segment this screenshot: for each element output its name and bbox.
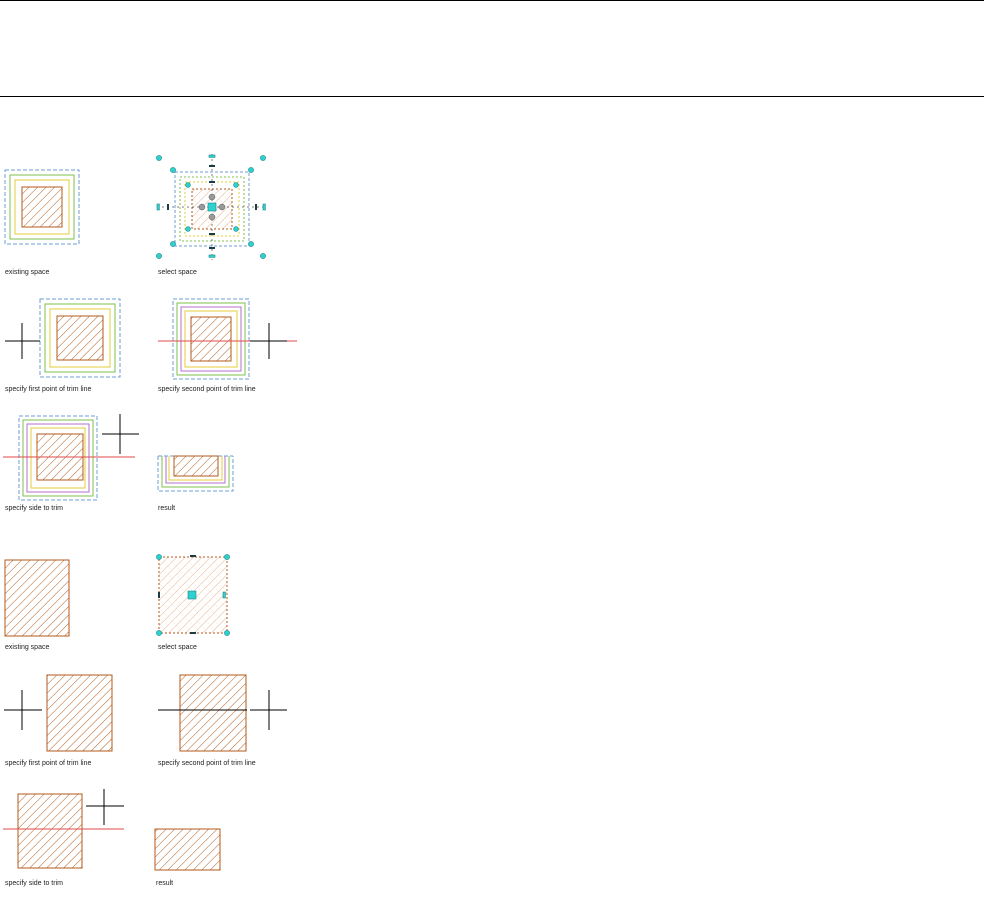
caption-select-space: select space (158, 269, 197, 276)
caption-first-point: specify first point of trim line (5, 386, 92, 393)
top-rule (0, 0, 984, 1)
second-point-figure-2 (158, 674, 287, 752)
side-to-trim-figure-2 (3, 789, 124, 869)
caption-second-point: specify second point of trim line (158, 386, 256, 393)
caption-select-space-2: select space (158, 644, 197, 651)
caption-side-to-trim-2: specify side to trim (5, 880, 63, 887)
caption-second-point-2: specify second point of trim line (158, 760, 256, 767)
select-space-figure (156, 154, 267, 260)
result-figure-2 (154, 828, 221, 871)
first-point-figure (5, 298, 121, 378)
header-divider (0, 96, 984, 97)
second-point-figure (158, 298, 297, 380)
existing-space-figure-2 (4, 559, 70, 637)
caption-existing-space-2: existing space (5, 644, 50, 651)
first-point-figure-2 (4, 674, 113, 752)
caption-result: result (158, 505, 176, 512)
caption-first-point-2: specify first point of trim line (5, 760, 92, 767)
side-to-trim-figure (3, 414, 139, 501)
select-space-figure-2 (156, 554, 230, 636)
caption-existing-space: existing space (5, 269, 50, 276)
caption-result-2: result (156, 880, 174, 887)
caption-side-to-trim: specify side to trim (5, 505, 63, 512)
result-figure (157, 455, 234, 492)
existing-space-figure (4, 169, 80, 245)
